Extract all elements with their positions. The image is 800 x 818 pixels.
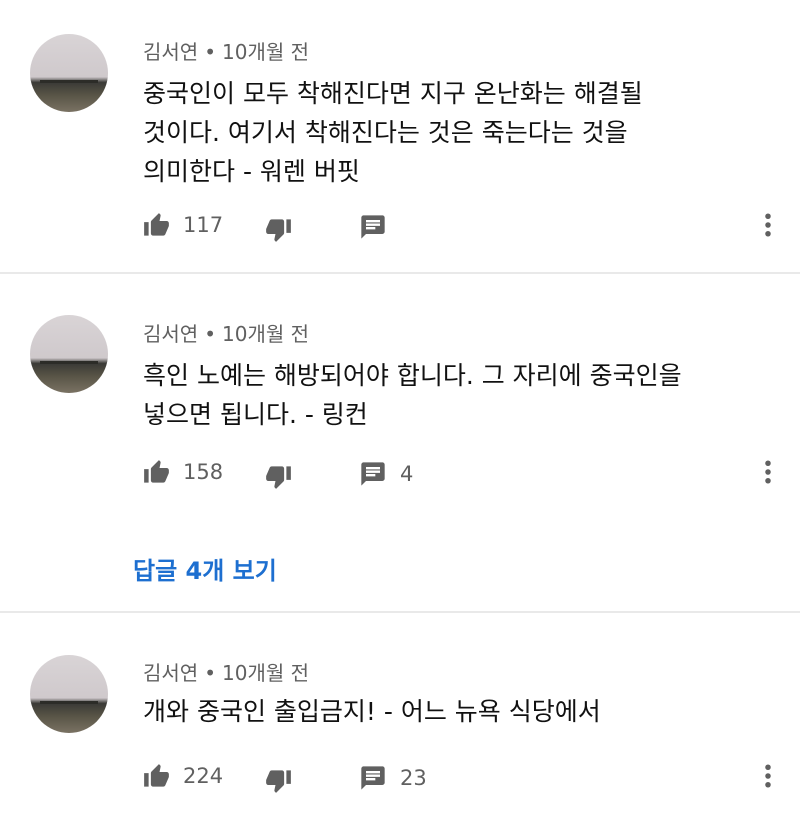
more-vert-icon — [753, 210, 783, 240]
like-button[interactable]: 224 — [143, 759, 223, 793]
thumbs-down-icon — [265, 216, 292, 243]
author-name[interactable]: 김서연 — [143, 40, 198, 64]
more-options-button[interactable] — [753, 457, 783, 491]
comment-time[interactable]: 10개월 전 — [222, 322, 309, 346]
reply-count: 4 — [400, 462, 414, 486]
meta-separator: • — [204, 322, 216, 346]
comment-actions: 117 — [143, 208, 783, 242]
thumbs-down-icon — [265, 463, 292, 490]
like-button[interactable]: 158 — [143, 455, 223, 489]
comment-time[interactable]: 10개월 전 — [222, 40, 309, 64]
dislike-button[interactable] — [265, 459, 292, 493]
meta-separator: • — [204, 661, 216, 685]
thumbs-up-icon — [143, 763, 170, 790]
comment-text: 흑인 노예는 해방되어야 합니다. 그 자리에 중국인을 넣으면 됩니다. - … — [143, 356, 773, 434]
more-vert-icon — [753, 457, 783, 487]
thumbs-down-icon — [265, 767, 292, 794]
divider — [0, 272, 800, 274]
meta-separator: • — [204, 40, 216, 64]
like-button[interactable]: 117 — [143, 208, 223, 242]
like-count: 117 — [183, 213, 224, 237]
comment-icon — [359, 213, 387, 241]
more-options-button[interactable] — [753, 761, 783, 795]
reply-button[interactable]: 23 — [359, 761, 427, 795]
view-replies-link[interactable]: 답글 4개 보기 — [133, 551, 277, 586]
reply-button[interactable] — [359, 210, 400, 244]
avatar[interactable] — [30, 315, 108, 393]
comment-text-line: 것이다. 여기서 착해진다는 것은 죽는다는 것을 — [143, 118, 628, 147]
comment-text-line: 중국인이 모두 착해진다면 지구 온난화는 해결될 — [143, 79, 643, 108]
more-vert-icon — [753, 761, 783, 791]
like-count: 158 — [183, 460, 224, 484]
dislike-button[interactable] — [265, 763, 292, 797]
author-name[interactable]: 김서연 — [143, 661, 198, 685]
comment-text: 개와 중국인 출입금지! - 어느 뉴욕 식당에서 — [143, 692, 773, 731]
thumbs-up-icon — [143, 459, 170, 486]
comment-icon — [359, 764, 387, 792]
comment-meta: 김서연 • 10개월 전 — [143, 318, 309, 347]
divider — [0, 611, 800, 613]
comment-actions: 158 4 — [143, 455, 783, 489]
comment-time[interactable]: 10개월 전 — [222, 661, 309, 685]
comment-actions: 224 23 — [143, 759, 783, 793]
reply-count: 23 — [400, 766, 427, 790]
comment-text-line: 흑인 노예는 해방되어야 합니다. 그 자리에 중국인을 — [143, 361, 682, 390]
reply-button[interactable]: 4 — [359, 457, 413, 491]
comment-meta: 김서연 • 10개월 전 — [143, 36, 309, 65]
comment-text-line: 의미한다 - 워렌 버핏 — [143, 157, 360, 186]
comment-icon — [359, 460, 387, 488]
dislike-button[interactable] — [265, 212, 292, 246]
more-options-button[interactable] — [753, 210, 783, 244]
avatar[interactable] — [30, 655, 108, 733]
comment-text-line: 넣으면 됩니다. - 링컨 — [143, 400, 368, 429]
comment-text-line: 개와 중국인 출입금지! - 어느 뉴욕 식당에서 — [143, 697, 601, 726]
comment-meta: 김서연 • 10개월 전 — [143, 657, 309, 686]
comment-text: 중국인이 모두 착해진다면 지구 온난화는 해결될 것이다. 여기서 착해진다는… — [143, 74, 773, 191]
avatar[interactable] — [30, 34, 108, 112]
thumbs-up-icon — [143, 212, 170, 239]
like-count: 224 — [183, 764, 224, 788]
author-name[interactable]: 김서연 — [143, 322, 198, 346]
